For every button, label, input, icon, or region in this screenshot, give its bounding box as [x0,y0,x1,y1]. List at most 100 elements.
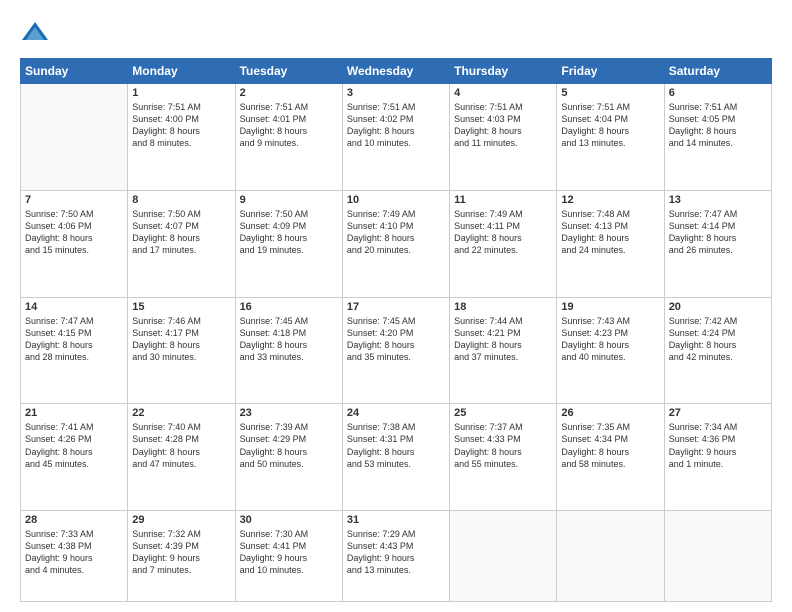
day-number: 13 [669,194,767,206]
calendar-week-row: 1 Sunrise: 7:51 AMSunset: 4:00 PMDaylight… [21,84,772,191]
day-number: 21 [25,407,123,419]
logo-icon [20,18,50,48]
calendar-cell [557,511,664,602]
day-number: 1 [132,87,230,99]
day-info: Sunrise: 7:33 AMSunset: 4:38 PMDaylight:… [25,528,123,577]
calendar-cell: 12 Sunrise: 7:48 AMSunset: 4:13 PMDayligh… [557,190,664,297]
day-number: 24 [347,407,445,419]
day-info: Sunrise: 7:39 AMSunset: 4:29 PMDaylight:… [240,421,338,470]
day-number: 22 [132,407,230,419]
day-number: 20 [669,301,767,313]
day-number: 9 [240,194,338,206]
calendar-cell: 5 Sunrise: 7:51 AMSunset: 4:04 PMDaylight… [557,84,664,191]
day-number: 30 [240,514,338,526]
day-info: Sunrise: 7:30 AMSunset: 4:41 PMDaylight:… [240,528,338,577]
page: SundayMondayTuesdayWednesdayThursdayFrid… [0,0,792,612]
calendar-cell: 10 Sunrise: 7:49 AMSunset: 4:10 PMDayligh… [342,190,449,297]
calendar-header-row: SundayMondayTuesdayWednesdayThursdayFrid… [21,59,772,84]
day-info: Sunrise: 7:50 AMSunset: 4:06 PMDaylight:… [25,208,123,257]
calendar-cell: 1 Sunrise: 7:51 AMSunset: 4:00 PMDaylight… [128,84,235,191]
day-number: 17 [347,301,445,313]
calendar-cell: 11Sunrise: 7:49 AMSunset: 4:11 PMDayligh… [450,190,557,297]
calendar-cell [21,84,128,191]
day-number: 3 [347,87,445,99]
day-info: Sunrise: 7:35 AMSunset: 4:34 PMDaylight:… [561,421,659,470]
calendar-cell: 9 Sunrise: 7:50 AMSunset: 4:09 PMDaylight… [235,190,342,297]
day-info: Sunrise: 7:50 AMSunset: 4:09 PMDaylight:… [240,208,338,257]
calendar-week-row: 21 Sunrise: 7:41 AMSunset: 4:26 PMDayligh… [21,404,772,511]
calendar-cell: 15 Sunrise: 7:46 AMSunset: 4:17 PMDayligh… [128,297,235,404]
calendar-cell: 27Sunrise: 7:34 AMSunset: 4:36 PMDayligh… [664,404,771,511]
calendar: SundayMondayTuesdayWednesdayThursdayFrid… [20,58,772,602]
day-info: Sunrise: 7:41 AMSunset: 4:26 PMDaylight:… [25,421,123,470]
calendar-cell: 25 Sunrise: 7:37 AMSunset: 4:33 PMDayligh… [450,404,557,511]
weekday-header: Friday [557,59,664,84]
day-info: Sunrise: 7:29 AMSunset: 4:43 PMDaylight:… [347,528,445,577]
day-info: Sunrise: 7:45 AMSunset: 4:18 PMDaylight:… [240,315,338,364]
day-info: Sunrise: 7:51 AMSunset: 4:00 PMDaylight:… [132,101,230,150]
day-info: Sunrise: 7:37 AMSunset: 4:33 PMDaylight:… [454,421,552,470]
day-info: Sunrise: 7:42 AMSunset: 4:24 PMDaylight:… [669,315,767,364]
calendar-cell: 6 Sunrise: 7:51 AMSunset: 4:05 PMDaylight… [664,84,771,191]
day-number: 4 [454,87,552,99]
day-number: 25 [454,407,552,419]
calendar-cell [664,511,771,602]
calendar-cell: 16 Sunrise: 7:45 AMSunset: 4:18 PMDayligh… [235,297,342,404]
weekday-header: Monday [128,59,235,84]
calendar-cell: 2Sunrise: 7:51 AMSunset: 4:01 PMDaylight… [235,84,342,191]
calendar-cell: 18 Sunrise: 7:44 AMSunset: 4:21 PMDayligh… [450,297,557,404]
calendar-cell: 20 Sunrise: 7:42 AMSunset: 4:24 PMDayligh… [664,297,771,404]
day-info: Sunrise: 7:50 AMSunset: 4:07 PMDaylight:… [132,208,230,257]
day-number: 14 [25,301,123,313]
calendar-cell: 23 Sunrise: 7:39 AMSunset: 4:29 PMDayligh… [235,404,342,511]
day-info: Sunrise: 7:45 AMSunset: 4:20 PMDaylight:… [347,315,445,364]
day-number: 12 [561,194,659,206]
day-number: 8 [132,194,230,206]
day-number: 10 [347,194,445,206]
calendar-cell: 31 Sunrise: 7:29 AMSunset: 4:43 PMDayligh… [342,511,449,602]
day-info: Sunrise: 7:48 AMSunset: 4:13 PMDaylight:… [561,208,659,257]
calendar-week-row: 14 Sunrise: 7:47 AMSunset: 4:15 PMDayligh… [21,297,772,404]
weekday-header: Tuesday [235,59,342,84]
day-number: 26 [561,407,659,419]
day-number: 16 [240,301,338,313]
day-info: Sunrise: 7:44 AMSunset: 4:21 PMDaylight:… [454,315,552,364]
day-number: 31 [347,514,445,526]
day-info: Sunrise: 7:51 AMSunset: 4:03 PMDaylight:… [454,101,552,150]
calendar-cell: 21 Sunrise: 7:41 AMSunset: 4:26 PMDayligh… [21,404,128,511]
day-number: 15 [132,301,230,313]
day-info: Sunrise: 7:40 AMSunset: 4:28 PMDaylight:… [132,421,230,470]
weekday-header: Wednesday [342,59,449,84]
day-info: Sunrise: 7:46 AMSunset: 4:17 PMDaylight:… [132,315,230,364]
header [20,18,772,48]
day-info: Sunrise: 7:43 AMSunset: 4:23 PMDaylight:… [561,315,659,364]
calendar-cell: 19 Sunrise: 7:43 AMSunset: 4:23 PMDayligh… [557,297,664,404]
calendar-cell: 26 Sunrise: 7:35 AMSunset: 4:34 PMDayligh… [557,404,664,511]
day-info: Sunrise: 7:47 AMSunset: 4:15 PMDaylight:… [25,315,123,364]
calendar-cell: 29 Sunrise: 7:32 AMSunset: 4:39 PMDayligh… [128,511,235,602]
day-number: 18 [454,301,552,313]
day-info: Sunrise: 7:49 AMSunset: 4:10 PMDaylight:… [347,208,445,257]
day-number: 19 [561,301,659,313]
weekday-header: Thursday [450,59,557,84]
calendar-cell: 24Sunrise: 7:38 AMSunset: 4:31 PMDayligh… [342,404,449,511]
weekday-header: Sunday [21,59,128,84]
day-info: Sunrise: 7:32 AMSunset: 4:39 PMDaylight:… [132,528,230,577]
day-number: 27 [669,407,767,419]
day-number: 28 [25,514,123,526]
day-number: 6 [669,87,767,99]
calendar-cell: 22 Sunrise: 7:40 AMSunset: 4:28 PMDayligh… [128,404,235,511]
calendar-cell: 28 Sunrise: 7:33 AMSunset: 4:38 PMDayligh… [21,511,128,602]
calendar-cell: 3 Sunrise: 7:51 AMSunset: 4:02 PMDaylight… [342,84,449,191]
weekday-header: Saturday [664,59,771,84]
calendar-cell: 17 Sunrise: 7:45 AMSunset: 4:20 PMDayligh… [342,297,449,404]
calendar-week-row: 28 Sunrise: 7:33 AMSunset: 4:38 PMDayligh… [21,511,772,602]
day-info: Sunrise: 7:51 AMSunset: 4:04 PMDaylight:… [561,101,659,150]
day-info: Sunrise: 7:51 AMSunset: 4:02 PMDaylight:… [347,101,445,150]
day-number: 5 [561,87,659,99]
day-info: Sunrise: 7:47 AMSunset: 4:14 PMDaylight:… [669,208,767,257]
day-info: Sunrise: 7:51 AMSunset: 4:05 PMDaylight:… [669,101,767,150]
day-number: 2 [240,87,338,99]
day-number: 23 [240,407,338,419]
day-number: 29 [132,514,230,526]
